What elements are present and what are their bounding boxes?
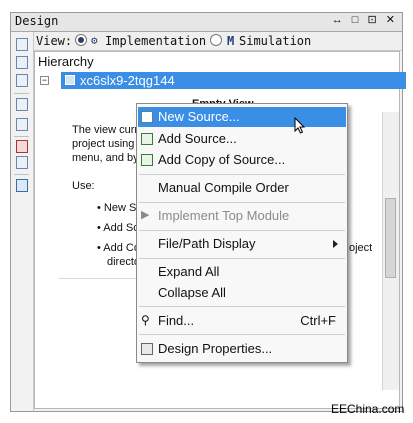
simulation-radio[interactable]	[210, 34, 222, 46]
tree-collapse-toggle[interactable]: −	[40, 76, 49, 85]
menu-item-design-properties[interactable]: Design Properties...	[138, 339, 346, 359]
menu-item-new-source[interactable]: New Source...	[138, 107, 346, 127]
watermark: EEChina.com	[331, 402, 405, 416]
play-icon: ▶	[141, 209, 150, 221]
left-toolbar	[11, 32, 34, 411]
doc-line: oject	[349, 242, 373, 254]
hierarchy-heading: Hierarchy	[38, 54, 94, 69]
menu-item-find[interactable]: ⚲ Find... Ctrl+F	[138, 311, 346, 331]
new-source-icon[interactable]	[16, 38, 28, 51]
doc-line: The view curr	[72, 124, 139, 136]
device-chip-icon	[65, 75, 75, 85]
add-copy-icon	[141, 154, 153, 166]
binoculars-icon: ⚲	[141, 313, 150, 327]
toolbar-divider	[14, 136, 29, 137]
add-copy-icon[interactable]	[16, 74, 28, 87]
implementation-label[interactable]: Implementation	[105, 34, 206, 48]
gear-icon: ⚙	[91, 34, 98, 47]
new-file-icon	[141, 111, 153, 123]
vertical-scrollbar[interactable]	[382, 112, 399, 390]
toolbar-divider	[14, 93, 29, 94]
menu-item-implement-top-module: ▶ Implement Top Module	[141, 208, 290, 223]
add-source-icon	[141, 133, 153, 145]
file-icon[interactable]	[16, 118, 28, 131]
context-menu: New Source... Add Source... Add Copy of …	[136, 103, 348, 363]
toolbar-divider	[14, 174, 29, 175]
menu-item-collapse-all[interactable]: Collapse All	[138, 283, 346, 303]
menu-item-add-source[interactable]: Add Source...	[138, 129, 346, 149]
menu-separator	[139, 258, 345, 259]
panel-window-controls[interactable]: ↔ □ ⊡ ✕	[332, 13, 398, 26]
menu-separator	[139, 334, 345, 335]
view-label: View:	[36, 34, 73, 48]
panel-title: Design	[15, 14, 59, 28]
menu-item-add-copy[interactable]: Add Copy of Source...	[138, 150, 346, 170]
doc-line: menu, and by	[72, 152, 139, 164]
mouse-pointer-icon	[294, 117, 306, 134]
simulation-icon: M	[227, 34, 235, 48]
hierarchy-icon[interactable]	[16, 98, 28, 111]
menu-item-expand-all[interactable]: Expand All	[138, 262, 346, 282]
submenu-arrow-icon	[333, 240, 338, 248]
scrollbar-thumb[interactable]	[385, 198, 396, 278]
properties-icon	[141, 343, 153, 355]
implementation-radio[interactable]	[75, 34, 87, 46]
panel-titlebar: Design ↔ □ ⊡ ✕	[11, 13, 402, 32]
tree-item-device[interactable]: xc6slx9-2tqg144	[61, 72, 406, 89]
menu-separator	[139, 202, 345, 203]
doc-bullet: • New S	[97, 202, 137, 214]
add-source-icon[interactable]	[16, 56, 28, 69]
layout-icon[interactable]	[16, 179, 28, 192]
doc-bullet: • Add So	[97, 222, 140, 234]
tree-item-label: xc6slx9-2tqg144	[80, 73, 175, 88]
doc-line: project using	[72, 138, 135, 150]
doc-use-label: Use:	[72, 180, 95, 192]
remove-icon[interactable]	[16, 140, 28, 153]
simulation-label[interactable]: Simulation	[239, 34, 311, 48]
properties-icon[interactable]	[16, 156, 28, 169]
view-selector: View: ⚙ Implementation M Simulation	[34, 32, 402, 51]
menu-separator	[139, 306, 345, 307]
menu-item-manual-compile-order[interactable]: Manual Compile Order	[138, 178, 346, 198]
menu-separator	[139, 230, 345, 231]
menu-separator	[139, 174, 345, 175]
doc-bullet: • Add Co	[97, 242, 140, 254]
menu-item-file-path-display[interactable]: File/Path Display	[138, 234, 346, 254]
